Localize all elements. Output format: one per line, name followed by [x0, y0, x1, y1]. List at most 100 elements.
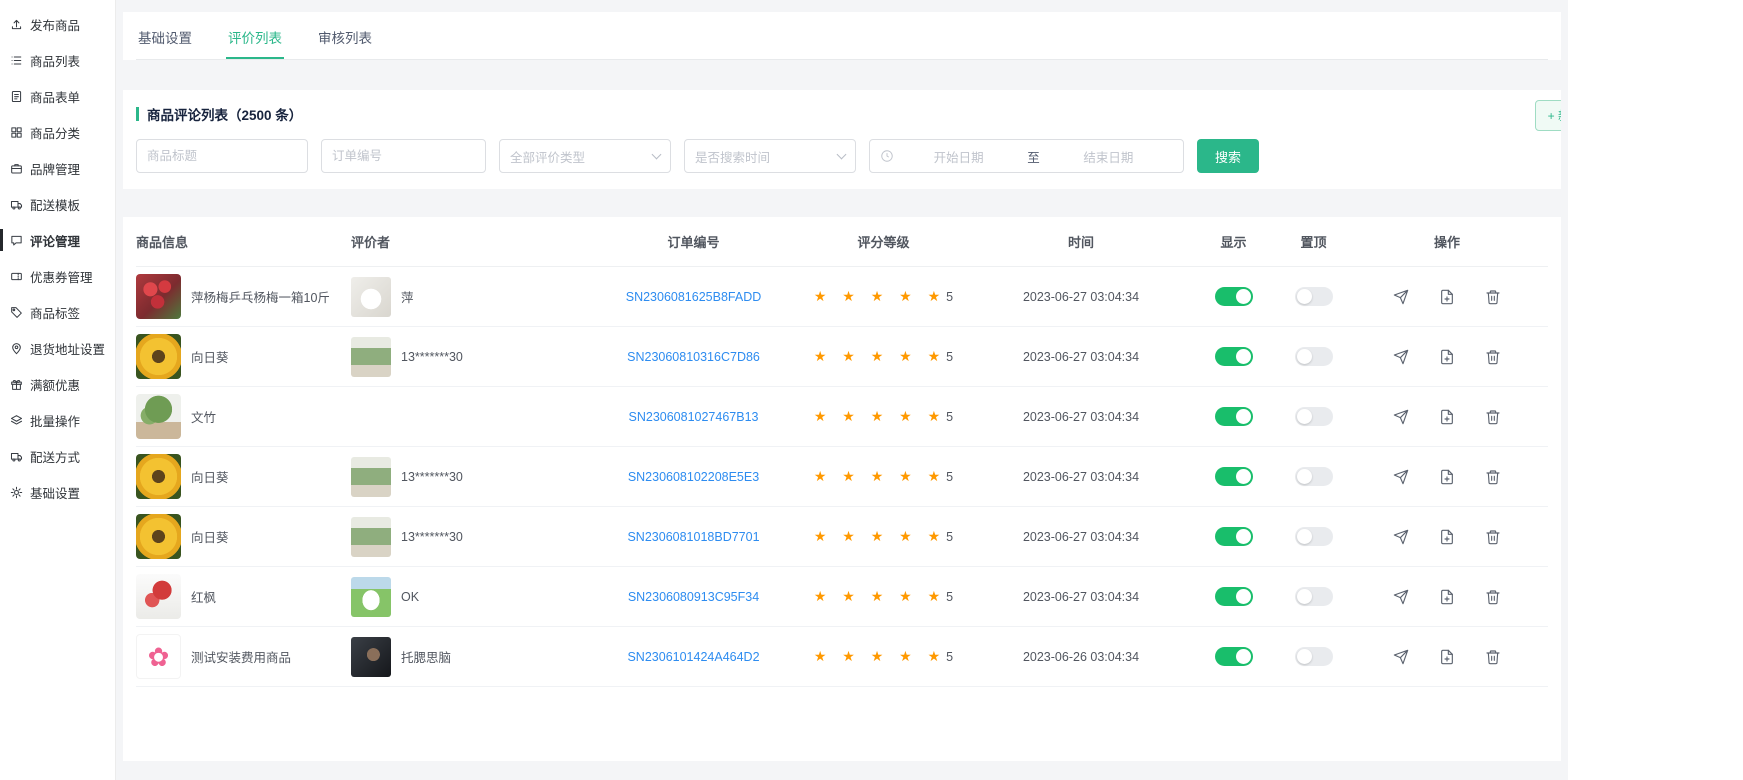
briefcase-icon	[10, 162, 23, 175]
sidebar-item-brand-management[interactable]: 品牌管理	[0, 150, 115, 186]
trash-icon[interactable]	[1485, 409, 1501, 425]
sidebar-item-product-form[interactable]: 商品表单	[0, 78, 115, 114]
order-number-input[interactable]	[321, 139, 486, 173]
review-time: 2023-06-27 03:04:34	[1023, 350, 1139, 364]
truck-icon	[10, 450, 23, 463]
pin-toggle[interactable]	[1295, 647, 1333, 666]
toggle-knob	[1236, 649, 1251, 664]
add-new-button[interactable]: + 新增	[1535, 100, 1561, 131]
order-number-link[interactable]: SN2306081625B8FADD	[626, 290, 762, 304]
table-row: 萍杨梅乒乓杨梅一箱10斤 萍 SN2306081625B8FADD ★ ★ ★ …	[136, 267, 1548, 327]
sidebar-item-delivery-template[interactable]: 配送模板	[0, 186, 115, 222]
tab-audit-list[interactable]: 审核列表	[316, 12, 374, 59]
sidebar-item-label: 商品列表	[30, 51, 80, 70]
show-toggle[interactable]	[1215, 287, 1253, 306]
order-number-link[interactable]: SN2306081018BD7701	[627, 530, 759, 544]
sidebar-item-label: 发布商品	[30, 15, 80, 34]
sidebar-item-delivery-method[interactable]: 配送方式	[0, 438, 115, 474]
star-rating-icons: ★ ★ ★ ★ ★	[814, 348, 946, 365]
sidebar-item-product-category[interactable]: 商品分类	[0, 114, 115, 150]
sidebar-item-label: 配送方式	[30, 447, 80, 466]
pin-toggle[interactable]	[1295, 287, 1333, 306]
sidebar-item-full-amount-discount[interactable]: 满额优惠	[0, 366, 115, 402]
trash-icon[interactable]	[1485, 589, 1501, 605]
send-icon[interactable]	[1393, 649, 1409, 665]
col-header-order: 订单编号	[596, 232, 791, 251]
pin-toggle[interactable]	[1295, 347, 1333, 366]
reviewer-name: 13*******30	[401, 530, 463, 544]
show-toggle[interactable]	[1215, 467, 1253, 486]
rating-value: 5	[946, 590, 953, 604]
order-number-link[interactable]: SN230608102208E5E3	[628, 470, 759, 484]
product-name: 向日葵	[191, 527, 229, 546]
trash-icon[interactable]	[1485, 469, 1501, 485]
file-add-icon[interactable]	[1439, 589, 1455, 605]
order-number-link[interactable]: SN2306081027467B13	[629, 410, 759, 424]
file-add-icon[interactable]	[1439, 469, 1455, 485]
file-add-icon[interactable]	[1439, 649, 1455, 665]
rating-value: 5	[946, 470, 953, 484]
order-number-link[interactable]: SN23060810316C7D86	[627, 350, 760, 364]
pin-toggle[interactable]	[1295, 587, 1333, 606]
pin-toggle[interactable]	[1295, 527, 1333, 546]
trash-icon[interactable]	[1485, 649, 1501, 665]
show-toggle[interactable]	[1215, 527, 1253, 546]
file-add-icon[interactable]	[1439, 529, 1455, 545]
product-title-input[interactable]	[136, 139, 308, 173]
sidebar-item-product-list[interactable]: 商品列表	[0, 42, 115, 78]
review-type-select[interactable]: 全部评价类型	[499, 139, 671, 173]
reviewer-name: 萍	[401, 287, 414, 306]
reviewer-avatar	[351, 577, 391, 617]
file-add-icon[interactable]	[1439, 349, 1455, 365]
product-image	[136, 394, 181, 439]
show-toggle[interactable]	[1215, 647, 1253, 666]
tab-review-list[interactable]: 评价列表	[226, 12, 284, 59]
form-icon	[10, 90, 23, 103]
sidebar-item-basic-settings[interactable]: 基础设置	[0, 474, 115, 510]
send-icon[interactable]	[1393, 349, 1409, 365]
table-row: 文竹 SN2306081027467B13 ★ ★ ★ ★ ★ 5 2023-0…	[136, 387, 1548, 447]
trash-icon[interactable]	[1485, 289, 1501, 305]
product-image: ✿	[136, 634, 181, 679]
tab-basic-settings[interactable]: 基础设置	[136, 12, 194, 59]
sidebar-item-publish-product[interactable]: 发布商品	[0, 6, 115, 42]
time-search-select[interactable]: 是否搜索时间	[684, 139, 856, 173]
sidebar-item-coupon-management[interactable]: 优惠券管理	[0, 258, 115, 294]
sidebar-item-return-address-settings[interactable]: 退货地址设置	[0, 330, 115, 366]
show-toggle[interactable]	[1215, 587, 1253, 606]
star-rating-icons: ★ ★ ★ ★ ★	[814, 408, 946, 425]
send-icon[interactable]	[1393, 589, 1409, 605]
sidebar-item-comment-management[interactable]: 评论管理	[0, 222, 115, 258]
send-icon[interactable]	[1393, 529, 1409, 545]
time-search-placeholder: 是否搜索时间	[695, 147, 770, 166]
trash-icon[interactable]	[1485, 349, 1501, 365]
send-icon[interactable]	[1393, 409, 1409, 425]
table-row: ✿ 测试安装费用商品 托腮思脑 SN2306101424A464D2 ★ ★ ★…	[136, 627, 1548, 687]
product-image	[136, 274, 181, 319]
list-icon	[10, 54, 23, 67]
order-number-link[interactable]: SN2306080913C95F34	[628, 590, 759, 604]
product-image	[136, 574, 181, 619]
pin-toggle[interactable]	[1295, 407, 1333, 426]
send-icon[interactable]	[1393, 289, 1409, 305]
send-icon[interactable]	[1393, 469, 1409, 485]
file-add-icon[interactable]	[1439, 289, 1455, 305]
show-toggle[interactable]	[1215, 407, 1253, 426]
search-button[interactable]: 搜索	[1197, 139, 1259, 173]
file-add-icon[interactable]	[1439, 409, 1455, 425]
date-range-picker[interactable]: 开始日期 至 结束日期	[869, 139, 1184, 173]
product-name: 测试安装费用商品	[191, 647, 291, 666]
rating-value: 5	[946, 650, 953, 664]
sidebar-item-product-tags[interactable]: 商品标签	[0, 294, 115, 330]
show-toggle[interactable]	[1215, 347, 1253, 366]
table-row: 向日葵 13*******30 SN230608102208E5E3 ★ ★ ★…	[136, 447, 1548, 507]
toggle-knob	[1236, 469, 1251, 484]
reviewer-avatar	[351, 277, 391, 317]
trash-icon[interactable]	[1485, 529, 1501, 545]
sidebar-item-label: 配送模板	[30, 195, 80, 214]
pin-toggle[interactable]	[1295, 467, 1333, 486]
start-date-placeholder: 开始日期	[894, 147, 1023, 166]
sidebar-item-batch-operations[interactable]: 批量操作	[0, 402, 115, 438]
order-number-link[interactable]: SN2306101424A464D2	[627, 650, 759, 664]
reviewer-avatar	[351, 517, 391, 557]
